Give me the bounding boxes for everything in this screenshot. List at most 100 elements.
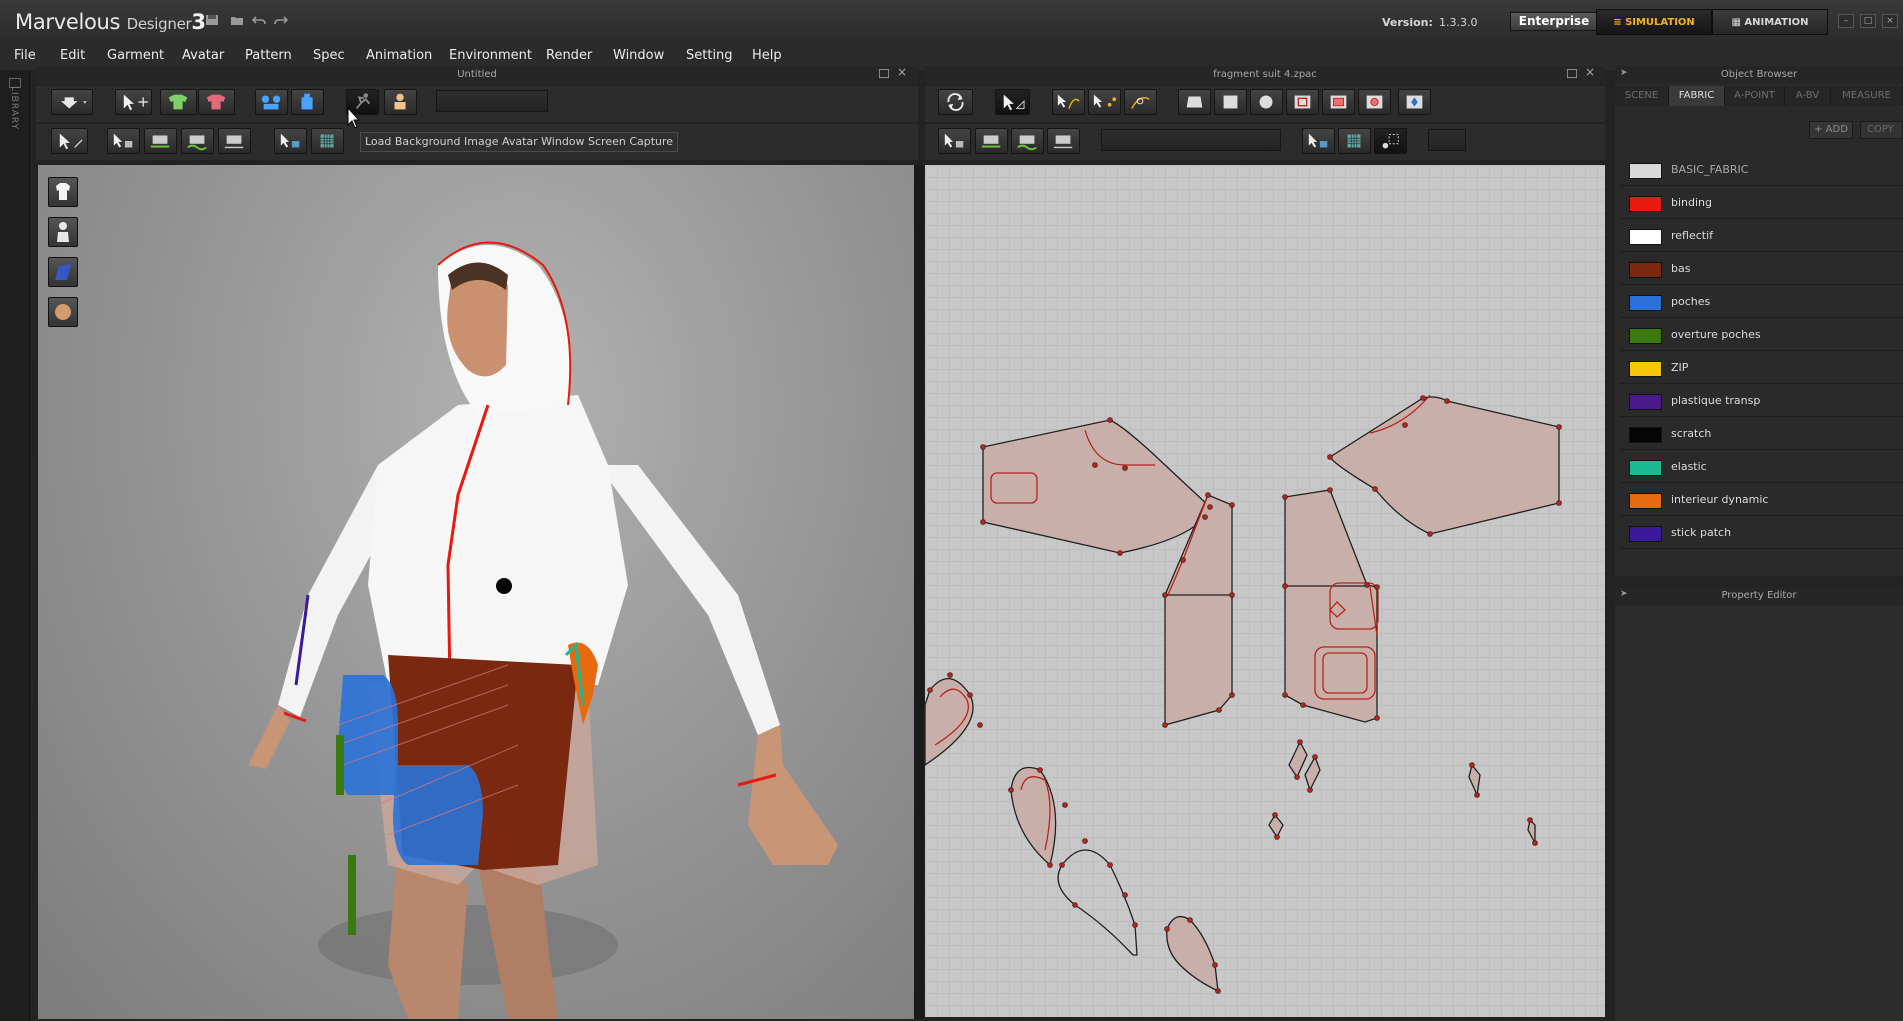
fabric-name: binding: [1671, 196, 1713, 209]
segment-sewing-tool[interactable]: [975, 128, 1008, 154]
select-texture-2d-tool[interactable]: [1302, 128, 1335, 154]
menu-environment[interactable]: Environment: [449, 48, 532, 63]
texture-grid-tool[interactable]: [311, 128, 344, 154]
close-panel-icon[interactable]: ×: [1585, 65, 1595, 79]
fabric-row[interactable]: scratch: [1620, 418, 1903, 450]
menu-avatar[interactable]: Avatar: [182, 48, 224, 63]
circle-tool[interactable]: [1250, 89, 1283, 115]
menu-render[interactable]: Render: [546, 48, 592, 63]
collapse-arrow-icon[interactable]: ➤: [1620, 68, 1628, 78]
simulation-mode-button[interactable]: ≡ SIMULATION: [1596, 9, 1712, 35]
close-button[interactable]: ×: [1882, 14, 1898, 28]
property-editor-header: Property Editor: [1615, 587, 1903, 605]
edit-curve-tool[interactable]: [1052, 89, 1085, 115]
view-divider[interactable]: [914, 165, 924, 1019]
tack-tool[interactable]: [144, 128, 177, 154]
texture-edit-tool[interactable]: [1374, 128, 1407, 154]
fabric-row[interactable]: binding: [1620, 187, 1903, 219]
import-dropdown-button[interactable]: [51, 89, 93, 115]
polygon-tool[interactable]: [1178, 89, 1211, 115]
rectangle-tool[interactable]: [1214, 89, 1247, 115]
dart-tool[interactable]: [1398, 89, 1431, 115]
view2d-title: fragment suit 4.zpac: [1213, 69, 1317, 80]
select-move-tool[interactable]: [115, 89, 152, 115]
fabric-row[interactable]: interieur dynamic: [1620, 484, 1903, 516]
animation-mode-button[interactable]: ▦ ANIMATION: [1712, 9, 1828, 35]
fit-garment-tool[interactable]: [198, 89, 235, 115]
fabric-row[interactable]: plastique transp: [1620, 385, 1903, 417]
fabric-row[interactable]: elastic: [1620, 451, 1903, 483]
internal-rectangle-tool[interactable]: [1322, 89, 1355, 115]
open-folder-icon[interactable]: [230, 14, 244, 26]
fabric-swatch: [1629, 427, 1662, 443]
fabric-row[interactable]: reflectif: [1620, 220, 1903, 252]
fabric-row[interactable]: overture poches: [1620, 319, 1903, 351]
float-window-icon[interactable]: [879, 69, 889, 78]
menu-file[interactable]: File: [14, 48, 36, 63]
copy-fabric-button[interactable]: COPY: [1860, 121, 1903, 139]
fabric-row[interactable]: poches: [1620, 286, 1903, 318]
sync-button[interactable]: [938, 89, 973, 115]
view3d-viewport[interactable]: [38, 165, 914, 1019]
add-fabric-button[interactable]: + ADD: [1809, 121, 1853, 139]
close-panel-icon[interactable]: ×: [897, 65, 907, 79]
pattern-piece-front-right: [1284, 489, 1378, 723]
property-editor-title: Property Editor: [1721, 590, 1797, 601]
menu-spec[interactable]: Spec: [313, 48, 345, 63]
float-window-icon[interactable]: [1567, 69, 1577, 78]
internal-polygon-tool[interactable]: [1286, 89, 1319, 115]
menu-setting[interactable]: Setting: [686, 48, 733, 63]
menu-garment[interactable]: Garment: [107, 48, 164, 63]
menu-window[interactable]: Window: [613, 48, 664, 63]
select-texture-tool[interactable]: [274, 128, 307, 154]
pattern-tab-1: [1288, 740, 1308, 779]
fabric-row[interactable]: stick patch: [1620, 517, 1903, 549]
select-mesh-tool[interactable]: [107, 128, 140, 154]
minimize-button[interactable]: –: [1838, 14, 1854, 28]
tab-fabric[interactable]: FABRIC: [1669, 86, 1725, 106]
mouse-cursor: [347, 106, 363, 131]
simulate-garment-tool[interactable]: [160, 89, 197, 115]
arrange-points-tool[interactable]: [255, 89, 288, 115]
redo-icon[interactable]: [274, 14, 289, 26]
maximize-button[interactable]: □: [1860, 14, 1876, 28]
arrangement-tool[interactable]: [291, 89, 324, 115]
transform-pattern-tool[interactable]: [995, 89, 1030, 115]
avatar-pose-tool[interactable]: [384, 89, 417, 115]
menu-edit[interactable]: Edit: [60, 48, 85, 63]
animation-mode-label: ANIMATION: [1744, 17, 1809, 28]
tab-a-bv[interactable]: A-BV: [1785, 86, 1831, 106]
menu-help[interactable]: Help: [752, 48, 782, 63]
measure-tool[interactable]: [181, 128, 214, 154]
fabric-row[interactable]: bas: [1620, 253, 1903, 285]
garment-display-toggle[interactable]: [48, 177, 78, 207]
fabric-row[interactable]: ZIP: [1620, 352, 1903, 384]
fabric-row[interactable]: BASIC_FABRIC: [1620, 154, 1903, 186]
fold-line-tool[interactable]: [1047, 128, 1080, 154]
menu-animation[interactable]: Animation: [366, 48, 432, 63]
avatar-display-toggle[interactable]: [48, 217, 78, 247]
add-point-tool[interactable]: [1124, 89, 1157, 115]
library-sidebar[interactable]: [0, 70, 30, 1021]
avatar-head-toggle[interactable]: [48, 297, 78, 327]
fabric-name: overture poches: [1671, 328, 1761, 341]
fabric-swatch: [1629, 196, 1662, 212]
view2d-viewport[interactable]: [925, 165, 1605, 1017]
texture-grid-2d-tool[interactable]: [1338, 128, 1371, 154]
select-pin-tool[interactable]: [51, 128, 88, 154]
arrangement-points-toggle[interactable]: [48, 257, 78, 287]
menu-pattern[interactable]: Pattern: [245, 48, 292, 63]
tab-a-point[interactable]: A-POINT: [1725, 86, 1785, 106]
save-icon[interactable]: [205, 14, 219, 26]
collapse-arrow-icon[interactable]: ➤: [1620, 589, 1628, 599]
copy-label: COPY: [1867, 124, 1894, 135]
tab-measure[interactable]: MEASURE: [1831, 86, 1903, 106]
undo-icon[interactable]: [251, 14, 266, 26]
fold-tool[interactable]: [218, 128, 251, 154]
edit-point-tool[interactable]: [1088, 89, 1121, 115]
internal-circle-tool[interactable]: [1358, 89, 1391, 115]
pattern-piece-sleeve-right: [1329, 396, 1560, 535]
tab-scene[interactable]: SCENE: [1615, 86, 1669, 106]
free-sewing-tool[interactable]: [1011, 128, 1044, 154]
select-sewing-tool[interactable]: [938, 128, 971, 154]
